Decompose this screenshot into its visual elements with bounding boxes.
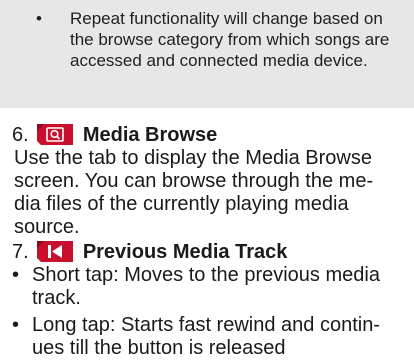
bullet-line: ues till the button is released	[32, 337, 286, 359]
note-bullet: •	[36, 9, 42, 28]
bullet-line: track.	[32, 287, 81, 309]
note-text: Repeat functionality will change based o…	[70, 9, 390, 70]
section-heading: 7. Previous Media Track	[12, 240, 412, 264]
bullet-line: Short tap: Moves to the previous media	[32, 264, 380, 286]
section-previous-media-track: 7. Previous Media Track • Short tap: Mov…	[12, 240, 412, 360]
section-number: 7.	[12, 241, 29, 263]
section-heading: 6. Media Browse	[12, 123, 412, 147]
body-line: source.	[14, 216, 80, 238]
previous-track-icon	[37, 241, 74, 262]
body-line: dia files of the currently playing media	[14, 193, 349, 215]
bullet-marker: •	[12, 314, 20, 336]
section-body: Use the tab to display the Media Browse …	[12, 147, 410, 239]
section-title: Media Browse	[82, 124, 218, 146]
body-line: screen. You can browse through the me-	[14, 170, 374, 192]
section-title: Previous Media Track	[82, 241, 288, 263]
bullet-item: • Long tap: Starts fast rewind and conti…	[12, 314, 412, 360]
section-media-browse: 6. Media Browse Use the tab to display t…	[12, 123, 412, 239]
note-box: • Repeat functionality will change based…	[0, 0, 414, 108]
bullet-item: • Short tap: Moves to the previous media…	[12, 264, 412, 310]
note-item: • Repeat functionality will change based…	[36, 8, 400, 71]
bullet-line: Long tap: Starts fast rewind and contin-	[32, 314, 380, 336]
section-number: 6.	[12, 124, 29, 146]
media-browse-icon	[37, 124, 74, 145]
bullet-marker: •	[12, 264, 20, 286]
body-line: Use the tab to display the Media Browse	[14, 147, 372, 169]
